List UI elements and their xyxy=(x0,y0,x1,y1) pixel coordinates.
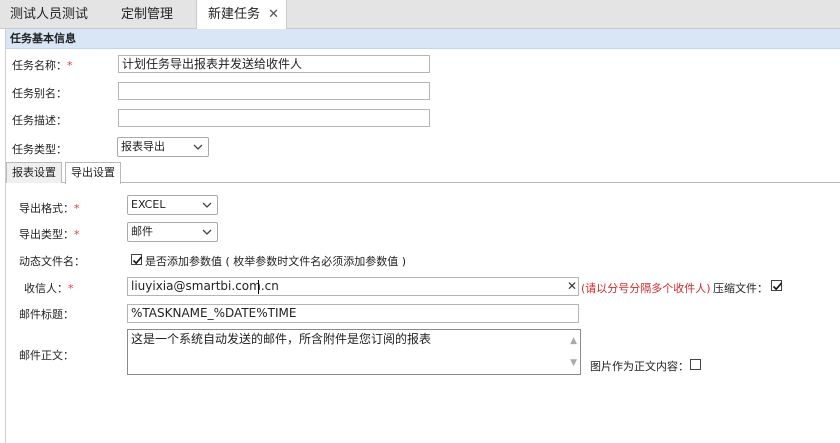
task-type-value: 报表导出 xyxy=(121,140,165,153)
task-alias-label: 任务别名： xyxy=(12,87,67,100)
chevron-down-icon xyxy=(202,229,212,235)
tab-report-settings[interactable]: 报表设置 xyxy=(6,162,62,183)
task-name-label: 任务名称：* xyxy=(12,59,73,72)
chevron-down-icon xyxy=(193,144,203,150)
mail-body-label: 邮件正文： xyxy=(19,349,74,362)
task-name-input[interactable]: 计划任务导出报表并发送给收件人 xyxy=(118,55,430,73)
section-header: 任务基本信息 xyxy=(6,29,840,49)
tab-label: 测试人员测试 xyxy=(10,7,89,22)
task-alias-input[interactable] xyxy=(118,82,430,100)
textarea-scrollbar[interactable]: ▲ ▼ xyxy=(566,330,580,374)
tab-label: 定制管理 xyxy=(121,7,174,22)
export-format-select[interactable]: EXCEL xyxy=(127,195,218,215)
add-param-checkbox[interactable] xyxy=(131,254,143,265)
image-as-body-checkbox[interactable] xyxy=(690,359,701,370)
compress-file-label: 压缩文件： xyxy=(713,282,768,295)
chevron-down-icon xyxy=(202,202,212,208)
tab-export-settings[interactable]: 导出设置 xyxy=(65,162,121,184)
task-type-select[interactable]: 报表导出 xyxy=(117,137,209,157)
export-format-value: EXCEL xyxy=(131,198,166,211)
clear-icon[interactable]: ✕ xyxy=(567,279,577,293)
export-type-value: 邮件 xyxy=(131,225,153,238)
dynamic-filename-label: 动态文件名： xyxy=(19,255,85,268)
left-border xyxy=(5,29,6,443)
tab-label: 新建任务 xyxy=(208,7,261,22)
compress-file-checkbox[interactable] xyxy=(771,280,783,291)
task-description-input[interactable] xyxy=(118,109,430,127)
tab-bar: 测试人员测试 定制管理 新建任务 ✕ xyxy=(0,0,840,30)
export-format-label: 导出格式：* xyxy=(19,202,80,215)
mail-body-textarea[interactable]: 这是一个系统自动发送的邮件，所含附件是您订阅的报表 ▲ ▼ xyxy=(127,329,581,375)
export-type-select[interactable]: 邮件 xyxy=(127,222,218,242)
tab-tester-test[interactable]: 测试人员测试 xyxy=(0,0,105,29)
tab-custom-management[interactable]: 定制管理 xyxy=(105,0,195,29)
check-icon xyxy=(132,256,143,265)
mail-body-value: 这是一个系统自动发送的邮件，所含附件是您订阅的报表 xyxy=(131,332,432,346)
scroll-down-icon[interactable]: ▼ xyxy=(570,355,577,371)
mail-subject-label: 邮件标题： xyxy=(19,308,74,321)
scroll-up-icon[interactable]: ▲ xyxy=(570,333,577,349)
close-icon[interactable]: ✕ xyxy=(268,0,279,29)
settings-tabs: 报表设置 导出设置 xyxy=(6,162,840,184)
recipient-hint: (请以分号分隔多个收件人) xyxy=(581,282,711,295)
add-param-label: 是否添加参数值 ( 枚举参数时文件名必须添加参数值 ) xyxy=(145,255,407,268)
task-description-label: 任务描述： xyxy=(12,114,67,127)
tab-new-task[interactable]: 新建任务 ✕ xyxy=(196,0,287,30)
recipient-input[interactable]: liuyixia@smartbi.com.cn xyxy=(127,277,579,296)
recipient-label: 收信人：* xyxy=(24,282,74,295)
check-icon xyxy=(772,282,783,291)
task-type-label: 任务类型： xyxy=(12,143,67,156)
mail-subject-input[interactable]: %TASKNAME_%DATE%TIME xyxy=(127,304,579,323)
text-caret xyxy=(258,280,259,294)
export-type-label: 导出类型：* xyxy=(19,228,80,241)
image-as-body-label: 图片作为正文内容： xyxy=(590,360,689,373)
recipient-value: liuyixia@smartbi.com.cn xyxy=(131,279,279,293)
